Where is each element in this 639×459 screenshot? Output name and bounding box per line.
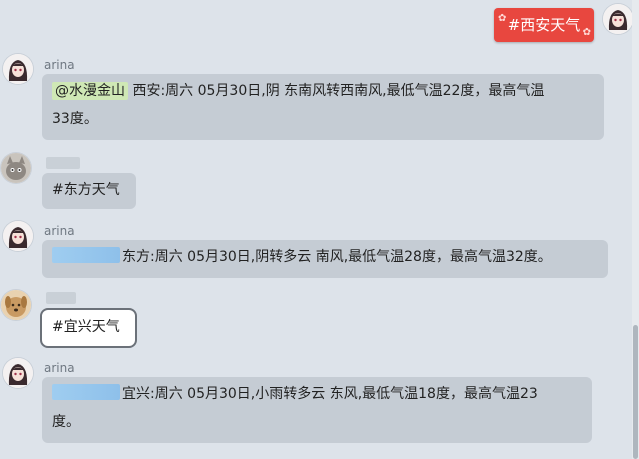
message-line: 宜兴:周六 05月30日,小雨转多云 东风,最低气温18度，最高气温23 bbox=[52, 380, 582, 408]
message-text: 西安:周六 05月30日,阴 东南风转西南风,最低气温22度，最高气温 bbox=[128, 83, 545, 99]
sender-name: arina bbox=[44, 58, 75, 72]
flower-decoration-icon: ✿ bbox=[582, 27, 591, 38]
user-avatar[interactable] bbox=[1, 153, 31, 183]
chat-pane: ✿ #西安天气 ✿ arina @水漫金山 西安:周六 05月30日,阴 东南风… bbox=[0, 0, 639, 459]
sender-name: arina bbox=[44, 224, 75, 238]
message-text: 宜兴:周六 05月30日,小雨转多云 东风,最低气温18度，最高气温23 bbox=[122, 386, 538, 402]
anime-girl-avatar-icon bbox=[603, 4, 633, 34]
anime-girl-avatar-icon bbox=[3, 358, 33, 388]
message-text: 东方:周六 05月30日,阴转多云 南风,最低气温28度，最高气温32度。 bbox=[122, 249, 552, 265]
mention-tag[interactable]: @水漫金山 bbox=[52, 82, 128, 100]
anime-girl-avatar-icon bbox=[3, 221, 33, 251]
outgoing-message-text: #西安天气 bbox=[507, 16, 581, 34]
anime-girl-avatar-icon bbox=[3, 54, 33, 84]
message-line: 33度。 bbox=[52, 111, 98, 127]
redacted-sender-name bbox=[46, 292, 76, 304]
message-bubble[interactable]: @水漫金山 西安:周六 05月30日,阴 东南风转西南风,最低气温22度，最高气… bbox=[42, 74, 604, 140]
flower-decoration-icon: ✿ bbox=[498, 13, 507, 24]
scrollbar-thumb[interactable] bbox=[633, 325, 638, 459]
message-text: #宜兴天气 bbox=[52, 319, 120, 335]
message-bubble[interactable]: 东方:周六 05月30日,阴转多云 南风,最低气温28度，最高气温32度。 bbox=[42, 240, 608, 278]
sender-name: arina bbox=[44, 361, 75, 375]
outgoing-message-bubble[interactable]: ✿ #西安天气 ✿ bbox=[494, 8, 594, 42]
message-line: @水漫金山 西安:周六 05月30日,阴 东南风转西南风,最低气温22度，最高气… bbox=[52, 77, 594, 105]
dog-avatar-icon bbox=[1, 290, 31, 320]
message-line: 度。 bbox=[52, 414, 80, 430]
redacted-mention bbox=[52, 247, 120, 263]
bot-avatar[interactable] bbox=[3, 358, 33, 388]
bot-avatar[interactable] bbox=[3, 221, 33, 251]
message-bubble[interactable]: 宜兴:周六 05月30日,小雨转多云 东风,最低气温18度，最高气温23 度。 bbox=[42, 377, 592, 443]
message-text: #东方天气 bbox=[52, 182, 120, 198]
redacted-mention bbox=[52, 384, 120, 400]
cat-avatar-icon bbox=[1, 153, 31, 183]
bot-avatar[interactable] bbox=[3, 54, 33, 84]
self-avatar[interactable] bbox=[603, 4, 633, 34]
user-avatar[interactable] bbox=[1, 290, 31, 320]
message-bubble[interactable]: #宜兴天气 bbox=[40, 308, 137, 348]
message-bubble[interactable]: #东方天气 bbox=[42, 173, 136, 209]
redacted-sender-name bbox=[46, 157, 80, 169]
